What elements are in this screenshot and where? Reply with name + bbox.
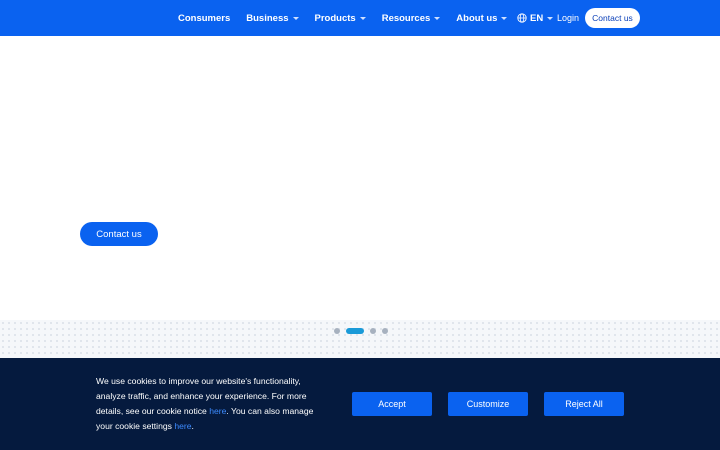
reject-all-button[interactable]: Reject All: [544, 392, 624, 416]
carousel-dot[interactable]: [382, 328, 388, 334]
cookie-settings-link[interactable]: here: [174, 421, 191, 431]
nav-contact-us-button[interactable]: Contact us: [585, 8, 640, 28]
nav-item-label: Products: [314, 12, 356, 24]
chevron-down-icon: [359, 16, 366, 20]
chevron-down-icon: [434, 16, 441, 20]
top-navbar: Consumers Business Products Resources Ab…: [0, 0, 720, 36]
chevron-down-icon: [292, 16, 299, 20]
nav-item-consumers[interactable]: Consumers: [178, 13, 230, 24]
carousel-dot[interactable]: [334, 328, 340, 334]
carousel-band: [0, 320, 720, 358]
nav-item-business[interactable]: Business: [246, 12, 299, 24]
chevron-down-icon: [547, 16, 554, 20]
chevron-down-icon: [501, 16, 508, 20]
carousel-dot-active[interactable]: [346, 328, 364, 334]
nav-item-label: About us: [456, 12, 498, 24]
customize-button[interactable]: Customize: [448, 392, 528, 416]
nav-item-label: Business: [246, 12, 289, 24]
cookie-notice-link[interactable]: here: [209, 406, 226, 416]
nav-item-about-us[interactable]: About us: [456, 12, 508, 24]
globe-icon: [517, 13, 527, 23]
nav-item-label: Consumers: [178, 12, 231, 24]
cookie-banner: We use cookies to improve our website's …: [0, 358, 720, 450]
accept-button[interactable]: Accept: [352, 392, 432, 416]
nav-item-products[interactable]: Products: [315, 13, 366, 24]
cookie-text: .: [191, 421, 194, 431]
carousel-dot[interactable]: [370, 328, 376, 334]
carousel-pagination: [334, 328, 394, 334]
nav-item-label: Resources: [381, 12, 431, 24]
hero-contact-us-button[interactable]: Contact us: [80, 222, 158, 246]
login-link[interactable]: Login: [557, 0, 579, 36]
nav-item-resources[interactable]: Resources: [382, 13, 441, 24]
language-label: EN: [530, 12, 544, 24]
cookie-message: We use cookies to improve our website's …: [96, 374, 326, 434]
nav-links: Consumers Business Products Resources Ab…: [178, 0, 508, 36]
language-selector[interactable]: EN: [517, 0, 554, 36]
